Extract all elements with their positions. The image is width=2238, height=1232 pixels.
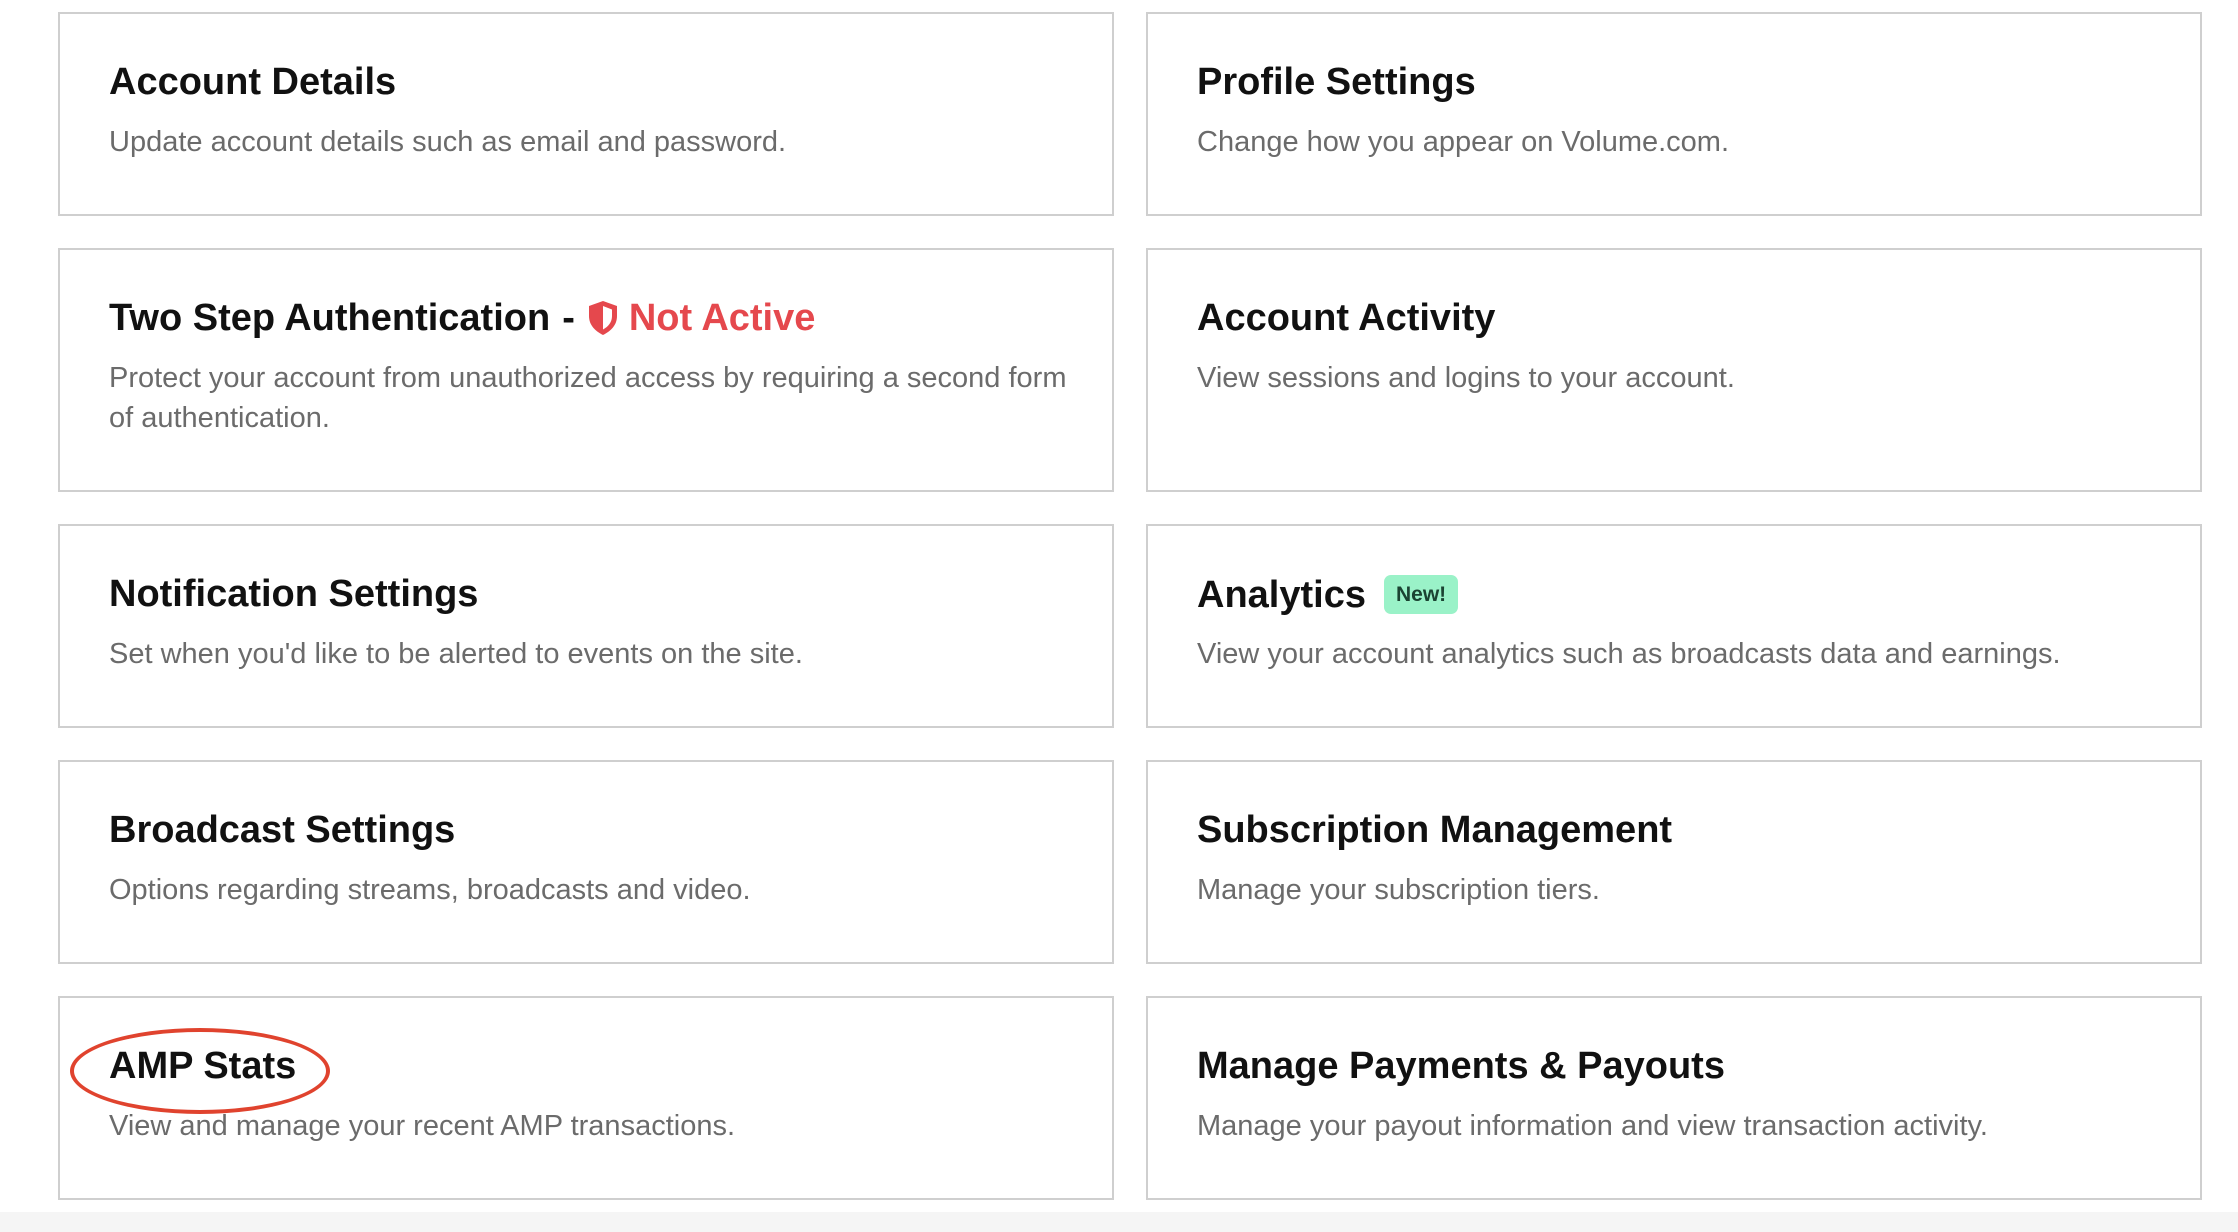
card-analytics[interactable]: Analytics New! View your account analyti… (1146, 524, 2202, 728)
card-title: Profile Settings (1197, 61, 1476, 103)
shield-icon (588, 301, 617, 335)
card-description: View your account analytics such as broa… (1197, 638, 2061, 670)
card-title-text: Analytics (1197, 573, 1366, 616)
card-two-step-authentication[interactable]: Two Step Authentication - Not Active Pro… (58, 248, 1114, 492)
status-label: Not Active (628, 297, 816, 339)
card-description: View sessions and logins to your account… (1197, 362, 1735, 394)
card-title: Analytics New! (1197, 573, 1459, 616)
page-bottom-edge (0, 1212, 2238, 1232)
card-description: Change how you appear on Volume.com. (1197, 126, 1730, 158)
card-broadcast-settings[interactable]: Broadcast Settings Options regarding str… (58, 760, 1114, 964)
card-title: Account Details (109, 61, 397, 103)
card-description: Manage your payout information and view … (1197, 1110, 1988, 1142)
card-title: Manage Payments & Payouts (1197, 1045, 1725, 1087)
card-subscription-management[interactable]: Subscription Management Manage your subs… (1146, 760, 2202, 964)
card-title: Account Activity (1197, 297, 1496, 339)
card-description: Update account details such as email and… (109, 126, 787, 158)
card-description: Manage your subscription tiers. (1197, 874, 1600, 906)
card-amp-stats[interactable]: AMP Stats View and manage your recent AM… (58, 996, 1114, 1200)
card-title-text: Two Step Authentication (109, 297, 551, 339)
card-notification-settings[interactable]: Notification Settings Set when you'd lik… (58, 524, 1114, 728)
card-title: AMP Stats (109, 1045, 297, 1087)
card-description: Options regarding streams, broadcasts an… (109, 874, 751, 906)
card-title: Broadcast Settings (109, 809, 456, 851)
two-step-status: Not Active (587, 297, 816, 339)
title-separator: - (562, 297, 575, 339)
card-title: Subscription Management (1197, 809, 1673, 851)
card-manage-payments-payouts[interactable]: Manage Payments & Payouts Manage your pa… (1146, 996, 2202, 1200)
card-account-details[interactable]: Account Details Update account details s… (58, 12, 1114, 216)
card-title: Notification Settings (109, 573, 479, 615)
card-title: Two Step Authentication - Not Active (109, 299, 815, 337)
card-account-activity[interactable]: Account Activity View sessions and login… (1146, 248, 2202, 492)
card-profile-settings[interactable]: Profile Settings Change how you appear o… (1146, 12, 2202, 216)
card-description: Set when you'd like to be alerted to eve… (109, 638, 803, 670)
new-badge: New! (1383, 575, 1459, 614)
card-description: View and manage your recent AMP transact… (109, 1110, 736, 1142)
card-description: Protect your account from unauthorized a… (109, 362, 1067, 434)
